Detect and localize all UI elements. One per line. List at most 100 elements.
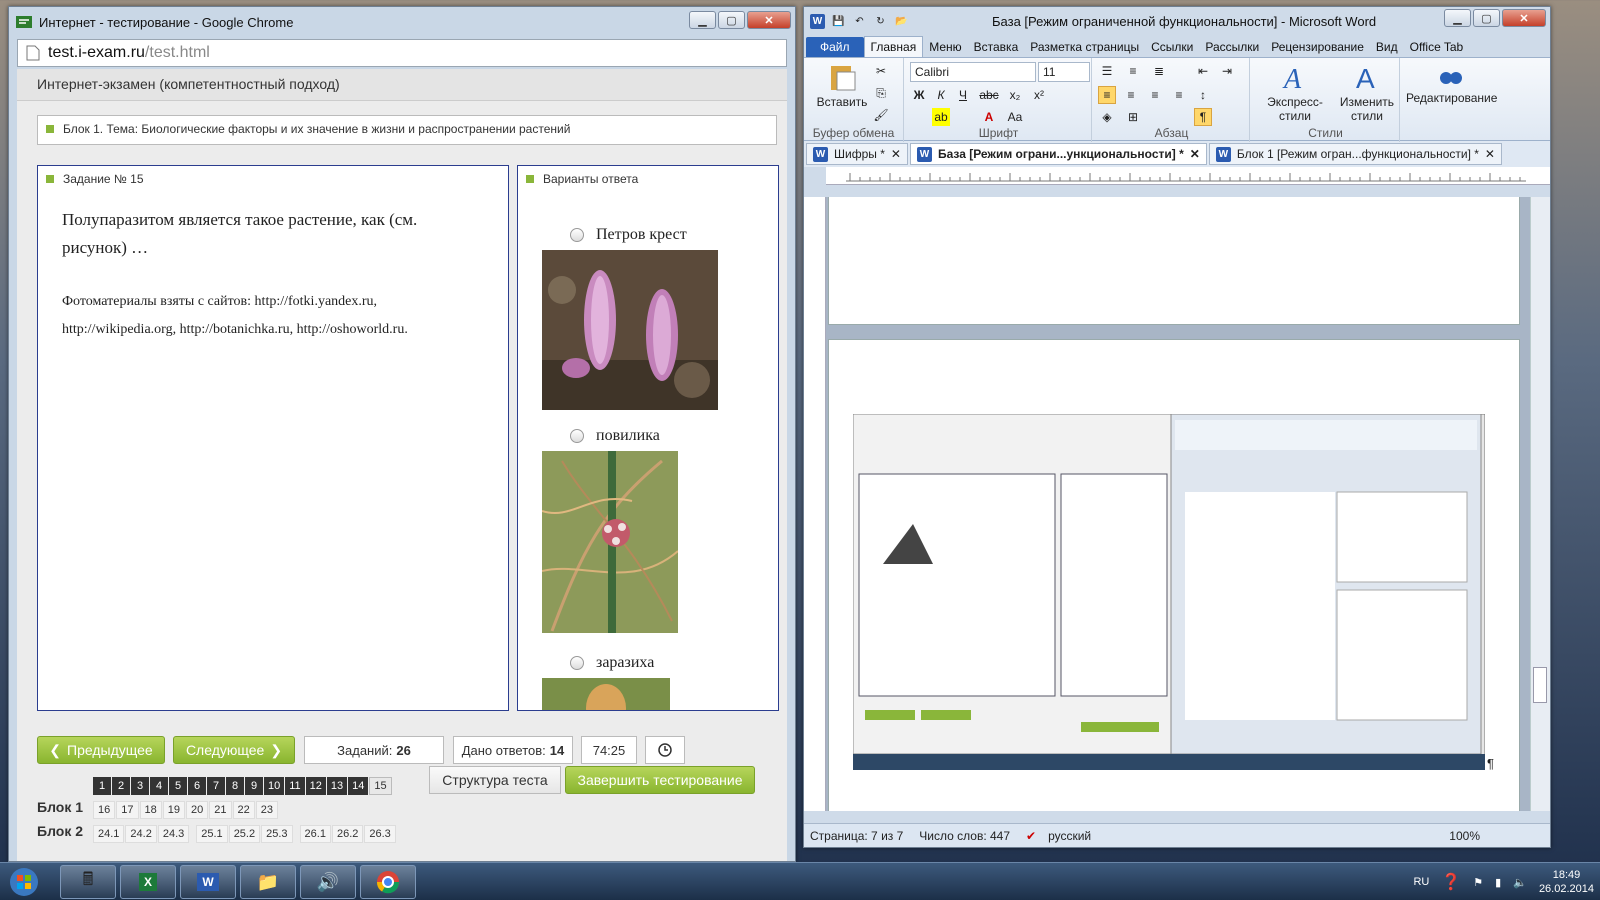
align-center-icon[interactable]: ≡ [1122, 86, 1140, 104]
shading-icon[interactable]: ◈ [1098, 108, 1116, 126]
paste-button[interactable]: Вставить [812, 62, 872, 109]
task-number-5[interactable]: 5 [169, 777, 187, 795]
taskbar-media[interactable]: 🔊 [300, 865, 356, 899]
block2-task-24.3[interactable]: 24.3 [157, 825, 190, 843]
close-button[interactable]: ✕ [747, 11, 791, 29]
taskbar-explorer[interactable]: 📁 [240, 865, 296, 899]
ribbon-tab-1[interactable]: Главная [863, 36, 924, 57]
close-icon[interactable]: ✕ [891, 147, 901, 161]
taskbar-chrome[interactable] [360, 865, 416, 899]
strikethrough-icon[interactable]: abc [979, 86, 998, 104]
ribbon-tab-7[interactable]: Рецензирование [1265, 37, 1370, 57]
clock-time[interactable]: 18:49 [1539, 868, 1594, 882]
task-number-2[interactable]: 2 [112, 777, 130, 795]
redo-icon[interactable]: ↻ [873, 14, 888, 29]
radio-button[interactable] [570, 228, 584, 242]
network-icon[interactable]: ▮ [1495, 876, 1501, 889]
clock-date[interactable]: 26.02.2014 [1539, 882, 1594, 896]
open-icon[interactable]: 📂 [894, 14, 909, 29]
vertical-ruler[interactable] [804, 197, 826, 811]
close-button[interactable]: ✕ [1502, 9, 1546, 27]
word-titlebar[interactable]: W 💾 ↶ ↻ 📂 База [Режим ограниченной функц… [804, 7, 1550, 35]
block2-task-25.3[interactable]: 25.3 [261, 825, 293, 843]
block2-task-24.1[interactable]: 24.1 [93, 825, 125, 843]
superscript-icon[interactable]: x² [1030, 86, 1048, 104]
save-icon[interactable]: 💾 [831, 14, 846, 29]
task-number-3[interactable]: 3 [131, 777, 149, 795]
radio-button[interactable] [570, 429, 584, 443]
status-page[interactable]: Страница: 7 из 7 [810, 829, 903, 843]
ribbon-tab-5[interactable]: Ссылки [1145, 37, 1199, 57]
test-structure-button[interactable]: Структура теста [429, 766, 561, 794]
align-left-icon[interactable]: ≡ [1098, 86, 1116, 104]
close-icon[interactable]: ✕ [1190, 147, 1200, 161]
flag-icon[interactable]: ⚑ [1473, 876, 1483, 889]
block1-task-21[interactable]: 21 [209, 801, 232, 819]
format-painter-icon[interactable]: 🖌 [872, 106, 890, 124]
block1-task-20[interactable]: 20 [186, 801, 209, 819]
zoom-level[interactable]: 100% [1449, 829, 1480, 843]
highlight-icon[interactable]: ab [932, 108, 950, 126]
show-marks-icon[interactable]: ¶ [1194, 108, 1212, 126]
change-styles-button[interactable]: A Изменить стили [1338, 62, 1396, 123]
answer-option-3[interactable]: заразиха [570, 654, 778, 672]
start-button[interactable] [4, 863, 44, 900]
answer-option-2[interactable]: повилика [570, 427, 778, 445]
underline-icon[interactable]: Ч [954, 86, 972, 104]
document-page[interactable]: ¶ [828, 339, 1520, 811]
ribbon-tab-2[interactable]: Меню [923, 37, 967, 57]
express-styles-button[interactable]: A Экспресс-стили [1256, 62, 1334, 123]
vertical-scrollbar[interactable] [1530, 197, 1550, 811]
undo-icon[interactable]: ↶ [852, 14, 867, 29]
task-number-12[interactable]: 12 [305, 777, 326, 795]
taskbar-word[interactable]: W [180, 865, 236, 899]
task-number-8[interactable]: 8 [226, 777, 244, 795]
task-number-4[interactable]: 4 [150, 777, 168, 795]
copy-icon[interactable]: ⎘ [872, 84, 890, 102]
close-icon[interactable]: ✕ [1485, 147, 1495, 161]
ribbon-tab-8[interactable]: Вид [1370, 37, 1404, 57]
maximize-button[interactable]: ▢ [1473, 9, 1500, 27]
task-number-9[interactable]: 9 [245, 777, 263, 795]
ribbon-tab-6[interactable]: Рассылки [1199, 37, 1265, 57]
minimize-button[interactable]: ▁ [689, 11, 716, 29]
task-number-7[interactable]: 7 [207, 777, 225, 795]
multilevel-list-icon[interactable]: ≣ [1150, 62, 1168, 80]
address-bar[interactable]: test.i-exam.ru/test.html [17, 39, 787, 67]
decrease-indent-icon[interactable]: ⇤ [1194, 62, 1212, 80]
task-number-10[interactable]: 10 [264, 777, 285, 795]
block1-task-16[interactable]: 16 [93, 801, 116, 819]
taskbar-calculator[interactable]: 🖩 [60, 865, 116, 899]
font-color-icon[interactable]: A [980, 108, 998, 126]
block1-task-18[interactable]: 18 [139, 801, 162, 819]
task-number-1[interactable]: 1 [93, 777, 111, 795]
block1-task-23[interactable]: 23 [255, 801, 278, 819]
block2-task-25.2[interactable]: 25.2 [228, 825, 261, 843]
block2-task-26.3[interactable]: 26.3 [364, 825, 396, 843]
task-number-6[interactable]: 6 [188, 777, 206, 795]
chrome-titlebar[interactable]: Интернет - тестирование - Google Chrome … [9, 7, 795, 37]
task-number-14[interactable]: 14 [348, 777, 369, 795]
font-size-select[interactable]: 11 [1038, 62, 1090, 82]
subscript-icon[interactable]: x₂ [1006, 86, 1024, 104]
block1-task-17[interactable]: 17 [116, 801, 139, 819]
maximize-button[interactable]: ▢ [718, 11, 745, 29]
language-indicator[interactable]: RU [1413, 876, 1429, 888]
taskbar-excel[interactable]: X [120, 865, 176, 899]
line-spacing-icon[interactable]: ↕ [1194, 86, 1212, 104]
bold-icon[interactable]: Ж [910, 86, 928, 104]
next-button[interactable]: Следующее ❯ [173, 736, 295, 764]
italic-icon[interactable]: К [932, 86, 950, 104]
editing-button[interactable]: Редактирование [1406, 62, 1497, 105]
scrollbar-thumb[interactable] [1533, 667, 1547, 703]
block2-task-24.2[interactable]: 24.2 [125, 825, 157, 843]
volume-icon[interactable]: 🔈 [1513, 876, 1527, 889]
font-name-select[interactable]: Calibri [910, 62, 1036, 82]
increase-indent-icon[interactable]: ⇥ [1218, 62, 1236, 80]
task-number-13[interactable]: 13 [326, 777, 348, 795]
justify-icon[interactable]: ≡ [1170, 86, 1188, 104]
block1-task-19[interactable]: 19 [162, 801, 185, 819]
status-words[interactable]: Число слов: 447 [919, 829, 1010, 843]
ribbon-tab-0[interactable]: Файл [806, 37, 864, 57]
borders-icon[interactable]: ⊞ [1124, 108, 1142, 126]
